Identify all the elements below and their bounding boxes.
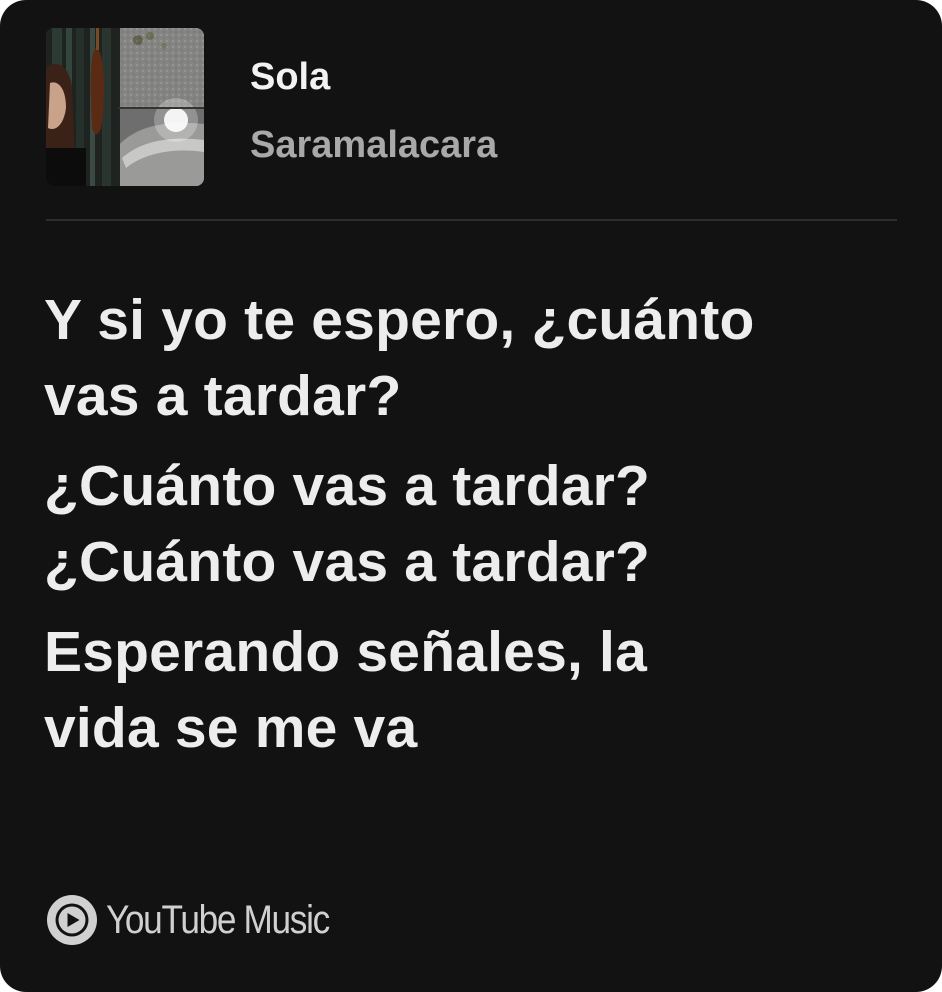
song-title: Sola [250, 56, 331, 98]
lyric-line: vas a tardar? [44, 364, 402, 428]
album-artwork [46, 28, 204, 186]
lyrics-share-card: Sola Saramalacara Y si yo te espero, ¿cu… [0, 0, 942, 992]
artist-name: Saramalacara [250, 124, 498, 166]
lyrics-stanza: ¿Cuánto vas a tardar? ¿Cuánto vas a tard… [44, 448, 904, 600]
header-divider [46, 219, 897, 221]
track-header: Sola Saramalacara [46, 28, 896, 188]
lyric-line: Y si yo te espero, ¿cuánto [44, 288, 755, 352]
lyrics-stanza: Y si yo te espero, ¿cuánto vas a tardar? [44, 282, 904, 434]
youtube-music-wordmark: YouTube Music [106, 897, 330, 942]
youtube-music-play-icon [47, 895, 97, 945]
brand-footer: YouTube Music [46, 893, 359, 947]
album-artwork-image [46, 28, 204, 186]
lyric-line: vida se me va [44, 696, 418, 760]
lyrics-stanza: Esperando señales, la vida se me va [44, 614, 904, 766]
lyric-line: Esperando señales, la [44, 620, 647, 684]
lyric-line: ¿Cuánto vas a tardar? [44, 530, 651, 594]
lyric-line: ¿Cuánto vas a tardar? [44, 454, 651, 518]
lyrics-block: Y si yo te espero, ¿cuánto vas a tardar?… [44, 282, 904, 780]
